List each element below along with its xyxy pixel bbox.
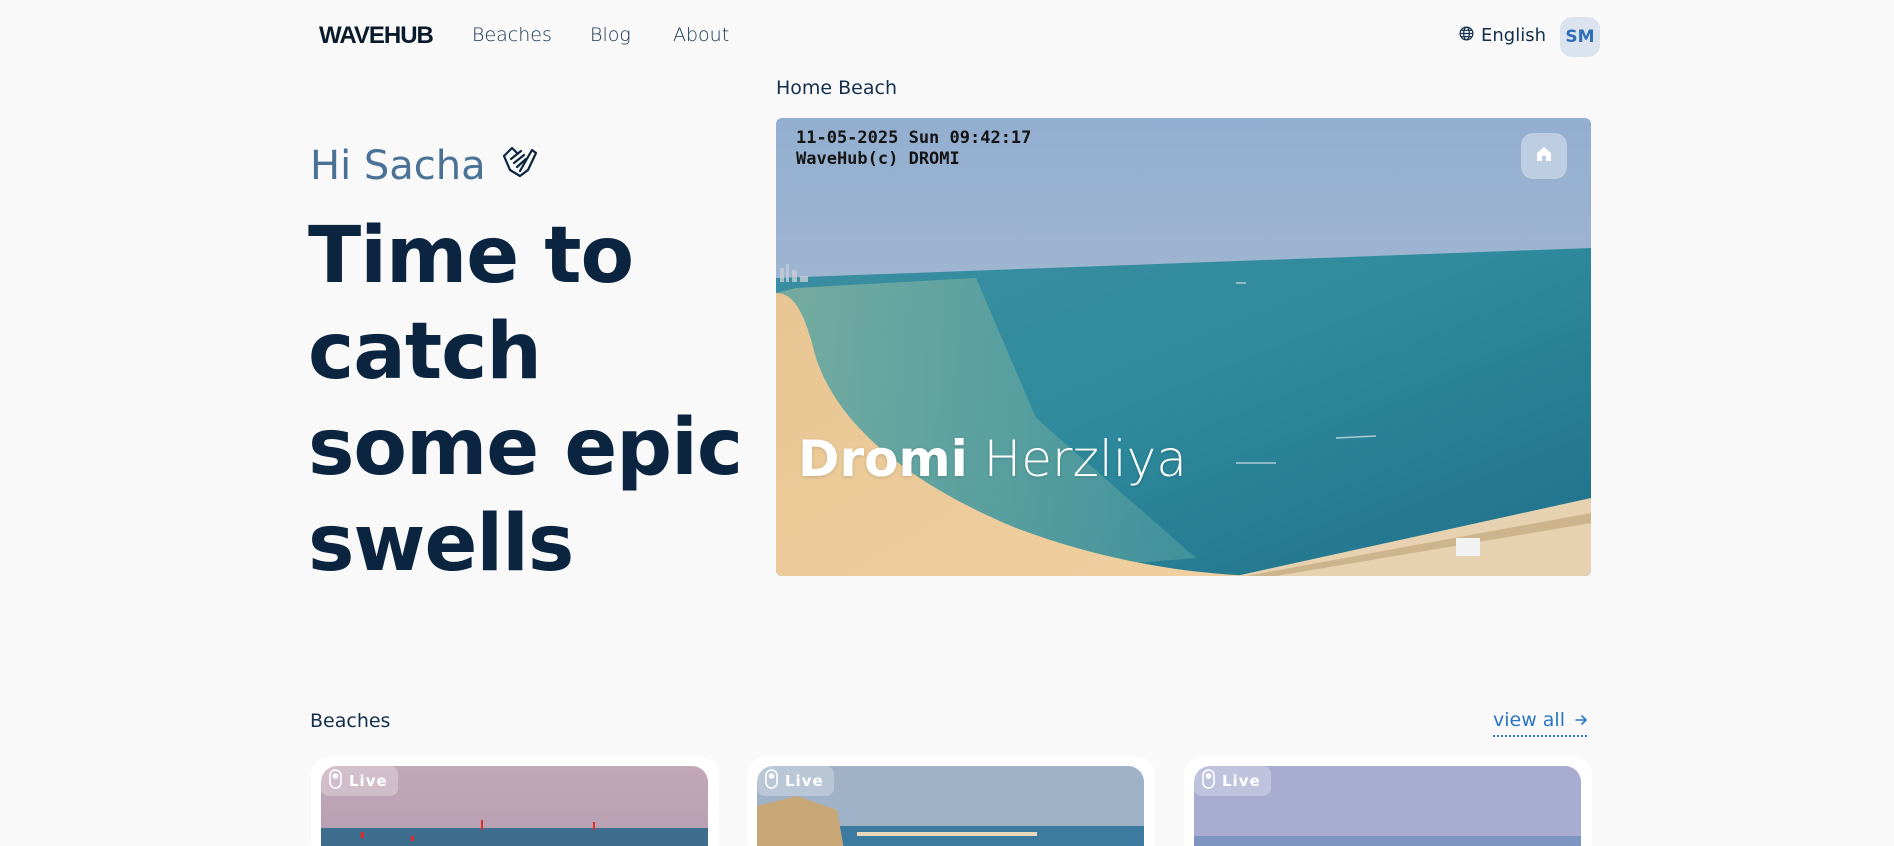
nav-link-beaches[interactable]: Beaches: [472, 24, 552, 46]
live-badge: Live: [757, 766, 834, 796]
view-all-beaches-link[interactable]: view all: [1493, 709, 1588, 737]
home-beach-label: Home Beach: [776, 77, 898, 99]
live-camera-icon: [765, 769, 778, 793]
user-avatar[interactable]: SM: [1560, 17, 1600, 57]
camera-timestamp: 11-05-2025 Sun 09:42:17: [796, 128, 1032, 148]
camera-caption: WaveHub(c) DROMI: [796, 149, 960, 169]
wavehub-logo[interactable]: WAVEHUB: [319, 22, 434, 50]
set-home-beach-button[interactable]: [1521, 133, 1567, 179]
beach-name-primary: Dromi: [798, 430, 968, 488]
beach-name-location: Herzliya: [983, 430, 1187, 488]
nav-link-about[interactable]: About: [673, 24, 729, 46]
home-beach-name: Dromi Herzliya: [798, 430, 1187, 488]
live-camera-icon: [1202, 769, 1215, 793]
live-badge: Live: [1194, 766, 1271, 796]
view-all-label: view all: [1493, 709, 1565, 731]
beach-card[interactable]: Live: [747, 757, 1155, 846]
beach-card[interactable]: Live: [311, 757, 719, 846]
nav-link-blog[interactable]: Blog: [590, 24, 631, 46]
hero-headline: Time to catch some epic swells: [308, 211, 743, 589]
live-label: Live: [349, 772, 388, 790]
language-label: English: [1481, 25, 1546, 46]
home-beach-camera-feed[interactable]: 11-05-2025 Sun 09:42:17 WaveHub(c) DROMI…: [776, 118, 1591, 576]
globe-icon: [1459, 25, 1474, 46]
live-badge: Live: [321, 766, 398, 796]
beach-card[interactable]: Live: [1184, 757, 1592, 846]
arrow-right-icon: [1575, 709, 1588, 731]
top-navigation: WAVEHUB Beaches Blog About English SM: [0, 0, 1894, 74]
live-label: Live: [1222, 772, 1261, 790]
beach-camera-image: [776, 118, 1591, 576]
language-selector[interactable]: English: [1459, 25, 1546, 46]
greeting: Hi Sacha: [310, 142, 540, 190]
live-label: Live: [785, 772, 824, 790]
camera-timestamp-overlay: 11-05-2025 Sun 09:42:17 WaveHub(c) DROMI: [796, 128, 1031, 170]
greeting-text: Hi Sacha: [310, 143, 486, 189]
live-camera-icon: [329, 769, 342, 793]
home-icon: [1535, 145, 1553, 167]
shaka-hand-icon: [498, 142, 540, 190]
beaches-section-label: Beaches: [310, 710, 391, 732]
